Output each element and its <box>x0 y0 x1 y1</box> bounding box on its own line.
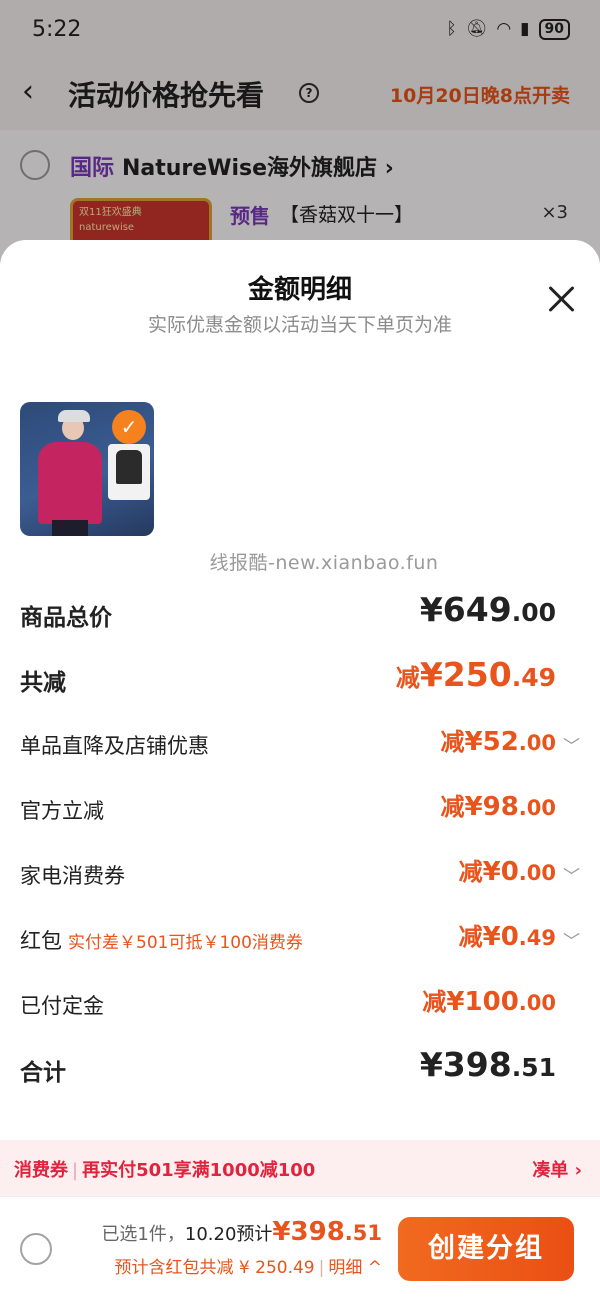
create-group-button[interactable]: 创建分组 <box>398 1217 574 1281</box>
row-red-packet[interactable]: 红包 实付差￥501可抵￥100消费券 减¥0.49 ﹀ <box>20 917 580 961</box>
row-sum: 合计 ¥398.51 <box>20 1045 580 1089</box>
close-icon[interactable] <box>546 284 576 314</box>
row-label: 官方立减 <box>20 799 104 823</box>
jacket-figure <box>38 442 102 524</box>
row-label: 商品总价 <box>20 605 112 631</box>
row-official-reduce: 官方立减 减¥98.00 <box>20 787 580 831</box>
row-total-price: 商品总价 ¥649.00 <box>20 590 580 634</box>
row-value: 减¥0.49 <box>458 922 556 952</box>
chevron-down-icon[interactable]: ﹀ <box>563 927 580 952</box>
select-all-radio[interactable] <box>20 1233 52 1265</box>
row-total-reduce: 共减 减¥250.49 <box>20 655 580 699</box>
inset-jacket <box>116 450 142 484</box>
figure-cap <box>58 410 90 422</box>
detail-toggle[interactable]: 明细 ^ <box>328 1258 382 1278</box>
chevron-down-icon[interactable]: ﹀ <box>563 732 580 757</box>
red-packet-note: 实付差￥501可抵￥100消费券 <box>68 933 303 953</box>
row-value: 减¥52.00 <box>440 727 556 757</box>
row-deposit: 已付定金 减¥100.00 <box>20 982 580 1026</box>
row-label: 红包 实付差￥501可抵￥100消费券 <box>20 929 303 953</box>
row-appliance-coupon[interactable]: 家电消费券 减¥0.00 ﹀ <box>20 852 580 896</box>
sheet-title: 金额明细 <box>247 275 352 305</box>
row-label: 家电消费券 <box>20 864 125 888</box>
coupon-text: 消费券 | 再实付501享满1000减100 <box>14 1160 316 1181</box>
coupon-banner[interactable]: 消费券 | 再实付501享满1000减100 凑单 › <box>0 1140 600 1196</box>
watermark: 线报酷-new.xianbao.fun <box>209 552 439 574</box>
row-label: 共减 <box>20 670 66 696</box>
row-value: ¥649.00 <box>419 590 556 629</box>
add-items-link[interactable]: 凑单 › <box>532 1156 582 1182</box>
check-icon: ✓ <box>112 410 146 444</box>
footer-reduce: 预计含红包共减 ¥ 250.49 | 明细 ^ <box>114 1258 383 1278</box>
row-label: 单品直降及店铺优惠 <box>20 734 209 758</box>
row-value: ¥398.51 <box>419 1045 556 1084</box>
product-image[interactable]: ✓ <box>20 402 154 536</box>
footer-price: ¥398.51 <box>272 1217 382 1247</box>
checkout-footer: 已选1件，10.20预计¥398.51 预计含红包共减 ¥ 250.49 | 明细 … <box>0 1196 600 1300</box>
row-store-discount[interactable]: 单品直降及店铺优惠 减¥52.00 ﹀ <box>20 722 580 766</box>
row-label: 合计 <box>20 1060 66 1086</box>
row-label: 已付定金 <box>20 994 104 1018</box>
chevron-down-icon[interactable]: ﹀ <box>563 862 580 887</box>
row-value: 减¥100.00 <box>422 987 556 1017</box>
figure-legs <box>52 520 88 536</box>
sheet-subtitle: 实际优惠金额以活动当天下单页为准 <box>147 314 452 336</box>
row-value: 减¥250.49 <box>395 655 556 694</box>
row-value: 减¥0.00 <box>458 857 556 887</box>
row-value: 减¥98.00 <box>440 792 556 822</box>
footer-summary: 已选1件，10.20预计¥398.51 <box>101 1217 382 1247</box>
